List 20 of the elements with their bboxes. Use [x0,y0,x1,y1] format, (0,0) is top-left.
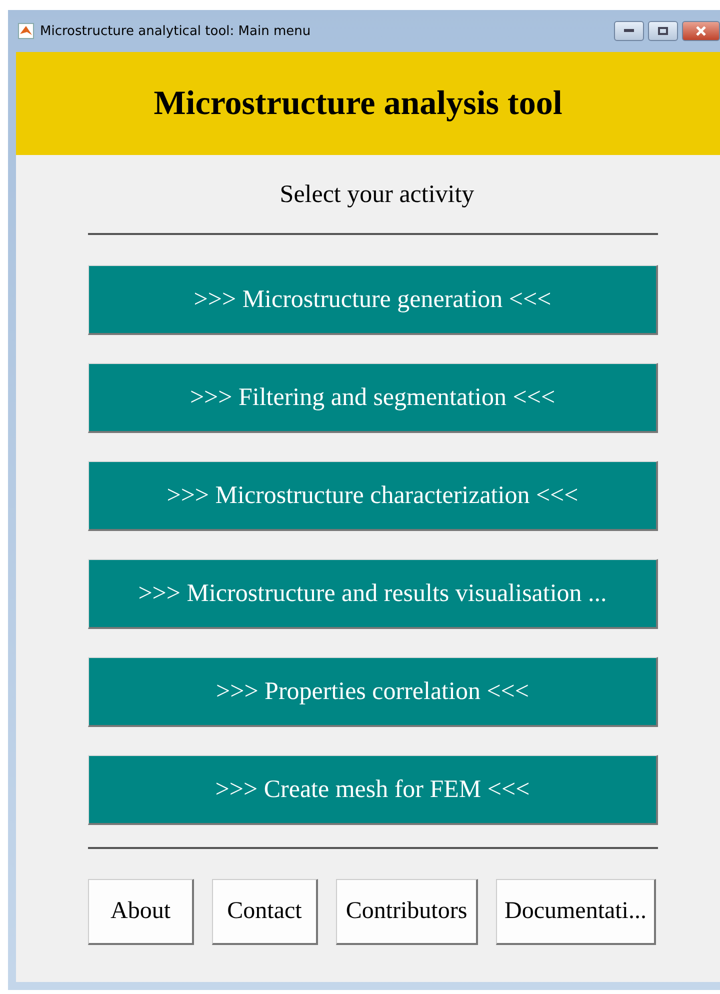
window-title: Microstructure analytical tool: Main menu [40,24,311,38]
minimize-button[interactable] [614,21,644,41]
activity-button[interactable]: >>> Microstructure characterization <<< [88,461,658,531]
app-icon [18,23,34,39]
activity-button[interactable]: >>> Microstructure generation <<< [88,265,658,335]
maximize-icon [658,27,668,35]
minimize-icon [624,29,634,33]
footer-button[interactable]: About [88,879,194,945]
prompt-text: Select your activity [278,181,476,210]
activity-button[interactable]: >>> Properties correlation <<< [88,657,658,727]
footer-button[interactable]: Contributors [336,879,478,945]
footer-button[interactable]: Contact [212,879,318,945]
maximize-button[interactable] [648,21,678,41]
activity-button[interactable]: >>> Microstructure and results visualisation ... [88,559,658,629]
close-icon [696,26,706,36]
footer-button[interactable]: Documentati... [496,879,656,945]
activity-button[interactable]: >>> Create mesh for FEM <<< [88,755,658,825]
close-button[interactable] [682,21,720,41]
app-title: Microstructure analysis tool [154,84,562,122]
activity-button[interactable]: >>> Filtering and segmentation <<< [88,363,658,433]
